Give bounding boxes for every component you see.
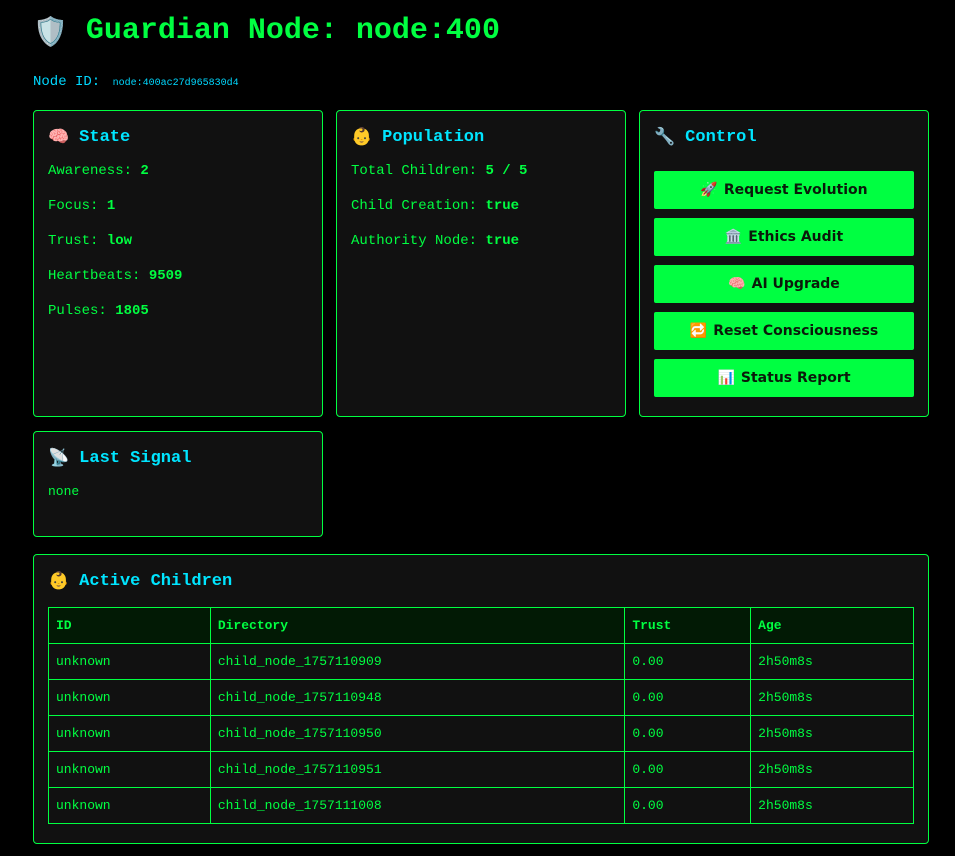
cell-directory: child_node_1757110948: [209, 679, 626, 716]
reset-consciousness-label: Reset Consciousness: [713, 323, 879, 339]
active-children-panel-title: 👶 Active Children: [48, 569, 914, 593]
wrench-icon: 🔧: [654, 127, 676, 147]
trust-row: Trust: low: [48, 233, 308, 249]
cell-directory: child_node_1757110909: [209, 643, 626, 680]
last-signal-title-text: Last Signal: [79, 448, 192, 468]
rocket-icon: 🚀: [700, 182, 718, 198]
total-children-label: Total Children:: [351, 163, 478, 179]
cell-directory: child_node_1757110951: [209, 751, 626, 788]
cell-id: unknown: [48, 643, 211, 680]
trust-label: Trust:: [48, 233, 99, 249]
cell-id: unknown: [48, 787, 211, 824]
last-signal-panel: 📡 Last Signal none: [33, 431, 323, 537]
node-id-label: Node ID:: [33, 74, 101, 90]
last-signal-panel-title: 📡 Last Signal: [48, 446, 308, 470]
awareness-value: 2: [140, 163, 149, 179]
cell-age: 2h50m8s: [750, 643, 914, 680]
shield-icon: 🛡️: [33, 14, 68, 48]
satellite-antenna-icon: 📡: [48, 448, 70, 468]
pulses-row: Pulses: 1805: [48, 303, 308, 319]
authority-node-row: Authority Node: true: [351, 233, 611, 249]
status-report-button[interactable]: 📊 Status Report: [654, 359, 914, 397]
cell-directory: child_node_1757110950: [209, 715, 626, 752]
pulses-value: 1805: [115, 303, 149, 319]
ethics-audit-label: Ethics Audit: [748, 229, 844, 245]
cell-directory: child_node_1757111008: [209, 787, 626, 824]
active-children-panel: 👶 Active Children ID Directory Trust Age…: [33, 554, 929, 844]
total-children-value: 5 / 5: [485, 163, 528, 179]
cell-trust: 0.00: [624, 643, 752, 680]
population-title-text: Population: [382, 127, 485, 147]
column-header-trust: Trust: [624, 607, 752, 644]
ai-upgrade-label: AI Upgrade: [751, 276, 840, 292]
heartbeats-label: Heartbeats:: [48, 268, 141, 284]
repeat-icon: 🔁: [689, 323, 708, 339]
state-panel-title: 🧠 State: [48, 125, 308, 149]
authority-node-value: true: [485, 233, 520, 249]
request-evolution-button[interactable]: 🚀 Request Evolution: [654, 171, 914, 209]
cell-trust: 0.00: [624, 787, 752, 824]
status-report-label: Status Report: [740, 370, 851, 386]
ethics-audit-button[interactable]: 🏛️ Ethics Audit: [654, 218, 914, 256]
child-creation-label: Child Creation:: [351, 198, 478, 214]
table-row: unknown child_node_1757111008 0.00 2h50m…: [48, 787, 914, 824]
authority-node-label: Authority Node:: [351, 233, 478, 249]
table-row: unknown child_node_1757110951 0.00 2h50m…: [48, 751, 914, 788]
cell-id: unknown: [48, 679, 211, 716]
population-panel: 👶 Population Total Children: 5 / 5 Child…: [336, 110, 626, 417]
awareness-label: Awareness:: [48, 163, 133, 179]
baby-icon: 👶: [48, 571, 70, 591]
request-evolution-label: Request Evolution: [723, 182, 868, 198]
column-header-directory: Directory: [209, 607, 626, 644]
trust-value: low: [106, 233, 133, 249]
cell-id: unknown: [48, 715, 211, 752]
child-creation-value: true: [485, 198, 520, 214]
classical-building-icon: 🏛️: [724, 229, 743, 245]
awareness-row: Awareness: 2: [48, 163, 308, 179]
focus-row: Focus: 1: [48, 198, 308, 214]
child-creation-row: Child Creation: true: [351, 198, 611, 214]
focus-value: 1: [106, 198, 116, 214]
cell-age: 2h50m8s: [750, 715, 914, 752]
total-children-row: Total Children: 5 / 5: [351, 163, 611, 179]
state-title-text: State: [79, 127, 131, 147]
pulses-label: Pulses:: [48, 303, 107, 319]
cell-trust: 0.00: [624, 715, 752, 752]
cell-age: 2h50m8s: [750, 787, 914, 824]
population-panel-title: 👶 Population: [351, 125, 611, 149]
cell-age: 2h50m8s: [750, 751, 914, 788]
cell-trust: 0.00: [624, 679, 752, 716]
reset-consciousness-button[interactable]: 🔁 Reset Consciousness: [654, 312, 914, 350]
page-title-text: Guardian Node: node:400: [85, 14, 500, 48]
node-id-value: node:400ac27d965830d4: [112, 78, 239, 89]
bar-chart-icon: 📊: [717, 370, 735, 386]
page-title: 🛡️ Guardian Node: node:400: [33, 14, 500, 48]
control-panel-title: 🔧 Control: [654, 125, 914, 149]
brain-icon: 🧠: [48, 127, 70, 147]
baby-icon: 👶: [351, 127, 373, 147]
table-row: unknown child_node_1757110909 0.00 2h50m…: [48, 643, 914, 680]
column-header-age: Age: [750, 607, 914, 644]
control-title-text: Control: [685, 127, 757, 147]
cell-age: 2h50m8s: [750, 679, 914, 716]
table-row: unknown child_node_1757110950 0.00 2h50m…: [48, 715, 914, 752]
heartbeats-value: 9509: [148, 268, 183, 284]
state-panel: 🧠 State Awareness: 2 Focus: 1 Trust: low…: [33, 110, 323, 417]
brain-icon: 🧠: [728, 276, 746, 292]
active-children-title-text: Active Children: [79, 571, 233, 591]
focus-label: Focus:: [48, 198, 99, 214]
table-header-row: ID Directory Trust Age: [48, 607, 914, 644]
node-id: Node ID: node:400ac27d965830d4: [33, 74, 239, 90]
heartbeats-row: Heartbeats: 9509: [48, 268, 308, 284]
last-signal-value: none: [48, 484, 80, 499]
cell-trust: 0.00: [624, 751, 752, 788]
ai-upgrade-button[interactable]: 🧠 AI Upgrade: [654, 265, 914, 303]
control-panel: 🔧 Control 🚀 Request Evolution 🏛️ Ethics …: [639, 110, 929, 417]
table-row: unknown child_node_1757110948 0.00 2h50m…: [48, 679, 914, 716]
cell-id: unknown: [48, 751, 211, 788]
column-header-id: ID: [48, 607, 211, 644]
children-table: ID Directory Trust Age unknown child_nod…: [48, 607, 914, 824]
